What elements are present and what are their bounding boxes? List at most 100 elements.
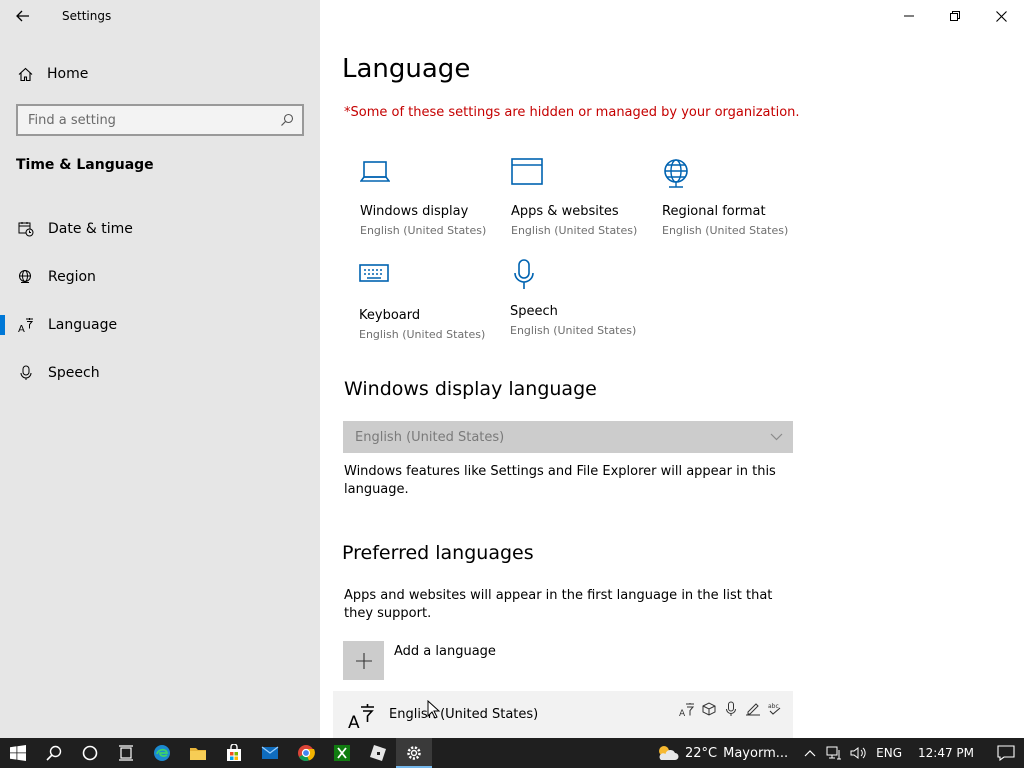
home-icon <box>18 67 33 81</box>
sidebar-item-speech[interactable]: Speech <box>0 349 320 397</box>
xbox-icon <box>334 745 350 761</box>
restore-button[interactable] <box>932 0 978 32</box>
tile-subtitle: English (United States) <box>359 328 486 341</box>
task-view-icon <box>119 745 133 761</box>
tile-title: Regional format <box>662 204 766 219</box>
gear-icon <box>407 746 421 760</box>
tile-subtitle: English (United States) <box>662 224 789 237</box>
tile-subtitle: English (United States) <box>511 224 638 237</box>
task-view-button[interactable] <box>108 738 144 768</box>
taskbar-xbox[interactable] <box>324 738 360 768</box>
weather-cloud-sun-icon <box>659 746 679 760</box>
taskbar-file-explorer[interactable] <box>180 738 216 768</box>
volume-button[interactable] <box>846 738 870 768</box>
microphone-icon <box>514 259 534 289</box>
speaker-icon <box>850 747 866 759</box>
language-icon: A <box>18 318 34 333</box>
language-list-item[interactable]: A English (United States) A abc <box>333 691 793 738</box>
network-button[interactable] <box>822 738 846 768</box>
preferred-languages-description: Apps and websites will appear in the fir… <box>344 588 773 621</box>
sidebar-item-language[interactable]: A Language <box>0 301 320 349</box>
search-icon[interactable] <box>280 113 294 127</box>
taskbar-settings[interactable] <box>396 738 432 768</box>
restore-icon <box>950 11 960 21</box>
cortana-button[interactable] <box>72 738 108 768</box>
svg-text:A: A <box>348 713 360 729</box>
display-language-feature-icon: A <box>679 703 695 717</box>
taskbar-mail[interactable] <box>252 738 288 768</box>
dropdown-value: English (United States) <box>355 429 505 445</box>
input-language-indicator[interactable]: ENG <box>876 746 902 760</box>
nav-home-label: Home <box>47 66 89 82</box>
back-arrow-icon <box>16 10 29 22</box>
text-to-speech-feature-icon <box>702 702 716 716</box>
tile-speech[interactable]: Speech English (United States) <box>510 258 660 348</box>
sidebar-item-label: Speech <box>48 365 100 381</box>
weather-temp: 22°C <box>685 745 718 761</box>
display-language-heading: Windows display language <box>344 378 597 400</box>
search-button[interactable] <box>36 738 72 768</box>
tile-windows-display[interactable]: Windows display English (United States) <box>360 158 510 248</box>
plus-box <box>343 641 384 680</box>
speech-recognition-feature-icon <box>726 701 736 716</box>
store-icon <box>227 744 241 761</box>
tile-apps-websites[interactable]: Apps & websites English (United States) <box>511 158 661 248</box>
keyboard-icon <box>359 264 389 282</box>
tile-title: Keyboard <box>359 308 421 323</box>
weather-text: Mayorm... <box>723 745 789 761</box>
folder-icon <box>190 748 206 760</box>
taskbar-store[interactable] <box>216 738 252 768</box>
managed-warning: *Some of these settings are hidden or ma… <box>344 105 800 120</box>
taskbar-chrome[interactable] <box>288 738 324 768</box>
tile-keyboard[interactable]: Keyboard English (United States) <box>359 262 509 352</box>
taskbar-roblox[interactable] <box>360 738 396 768</box>
globe-icon <box>19 270 31 283</box>
tile-title: Windows display <box>360 204 469 219</box>
chrome-icon <box>298 745 315 762</box>
tile-title: Speech <box>510 304 558 319</box>
active-indicator <box>0 315 5 335</box>
nav-list: Date & time Region A Language Speech <box>0 205 320 397</box>
cortana-icon <box>82 745 98 761</box>
globe-icon <box>664 159 688 188</box>
display-language-dropdown[interactable]: English (United States) <box>343 421 793 453</box>
sidebar-item-date-time[interactable]: Date & time <box>0 205 320 253</box>
taskbar-edge[interactable] <box>144 738 180 768</box>
system-tray: 22°C Mayorm... ENG 12:47 PM <box>649 738 1024 768</box>
search-input[interactable] <box>28 112 280 128</box>
sidebar: Settings Home Time & Language Date & tim… <box>0 0 320 738</box>
laptop-icon <box>360 161 390 182</box>
taskbar: 22°C Mayorm... ENG 12:47 PM <box>0 738 1024 768</box>
close-button[interactable] <box>978 0 1024 32</box>
notification-icon <box>997 745 1015 761</box>
language-label: English (United States) <box>389 707 539 722</box>
search-icon <box>46 745 62 761</box>
sidebar-item-label: Region <box>48 269 96 285</box>
mouse-cursor-icon <box>427 700 441 719</box>
sidebar-item-region[interactable]: Region <box>0 253 320 301</box>
add-language-label: Add a language <box>394 644 496 659</box>
tile-subtitle: English (United States) <box>360 224 487 237</box>
mail-icon <box>261 746 279 759</box>
show-hidden-icons-button[interactable] <box>798 738 822 768</box>
language-features: A abc <box>679 701 783 717</box>
windows-logo-icon <box>10 745 26 761</box>
tile-regional-format[interactable]: Regional format English (United States) <box>662 158 812 248</box>
minimize-button[interactable] <box>886 0 932 32</box>
app-title: Settings <box>62 9 112 23</box>
back-button[interactable] <box>0 0 46 32</box>
sidebar-item-label: Language <box>48 317 118 333</box>
notifications-button[interactable] <box>988 738 1024 768</box>
minimize-icon <box>904 15 914 17</box>
language-icon: A <box>348 703 374 729</box>
tile-subtitle: English (United States) <box>510 324 637 337</box>
network-icon <box>826 746 842 760</box>
nav-home[interactable]: Home <box>0 56 320 92</box>
weather-widget[interactable]: 22°C Mayorm... <box>655 744 788 762</box>
display-language-description: Windows features like Settings and File … <box>344 464 776 497</box>
edge-icon <box>154 745 170 761</box>
search-box[interactable] <box>16 104 304 136</box>
add-language-button[interactable]: Add a language <box>343 641 496 680</box>
clock[interactable]: 12:47 PM <box>918 746 974 760</box>
start-button[interactable] <box>0 738 36 768</box>
